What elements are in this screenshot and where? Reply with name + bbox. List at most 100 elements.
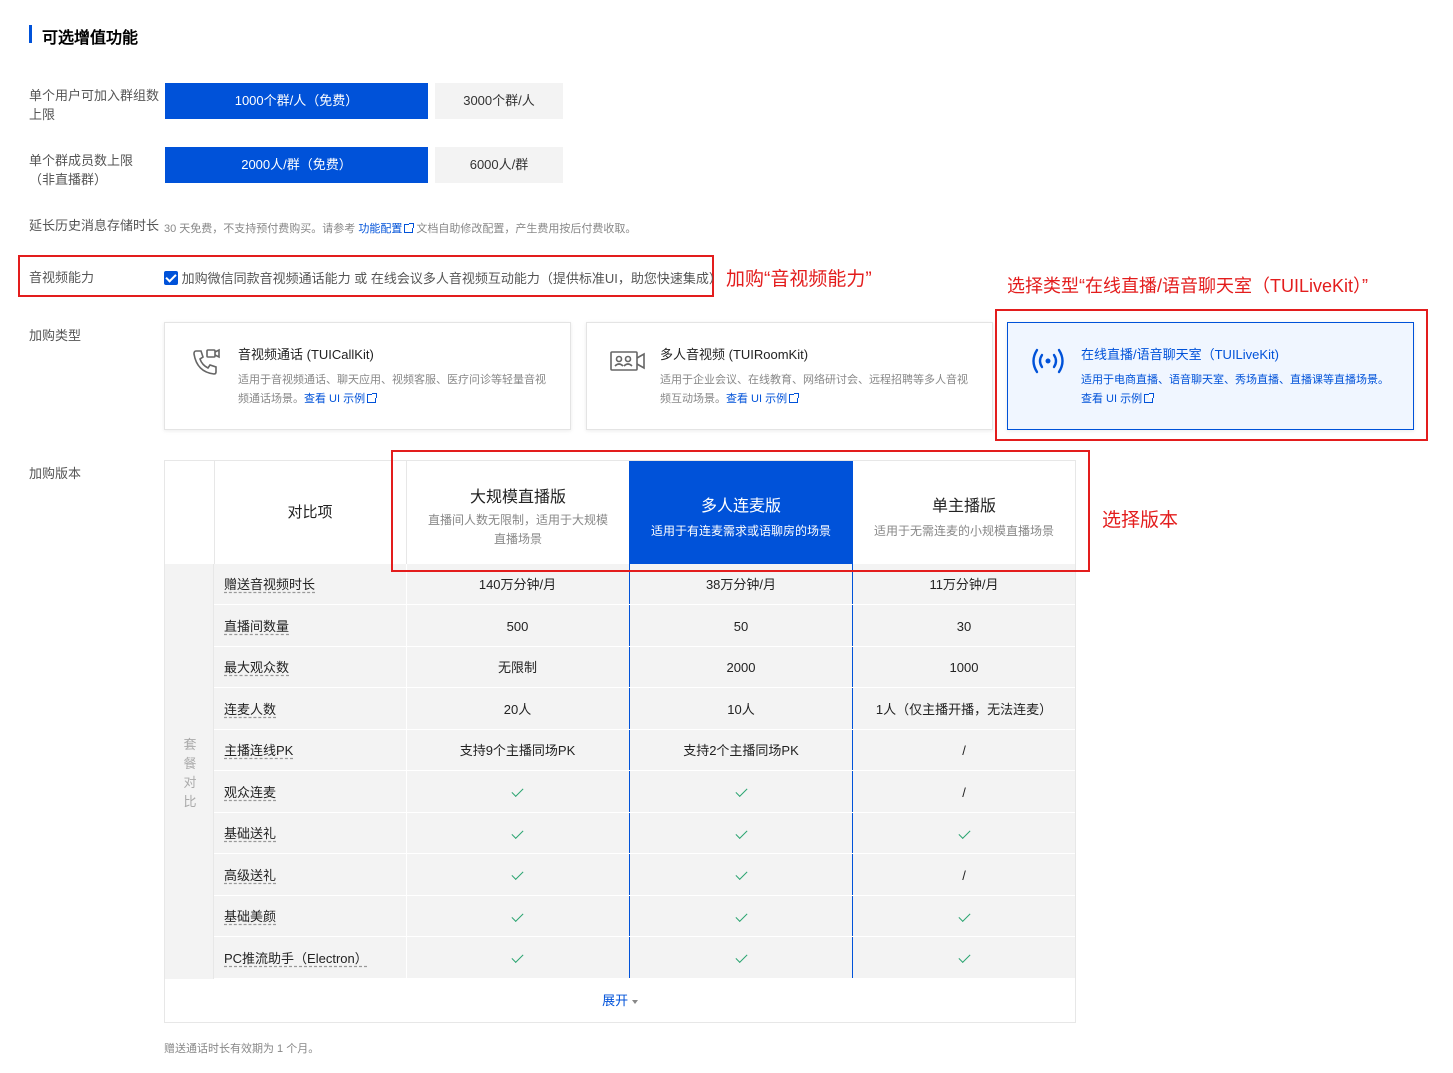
type-card-livekit[interactable]: 在线直播/语音聊天室（TUILiveKit) 适用于电商直播、语音聊天室、秀场直… xyxy=(1007,322,1414,430)
section-title: 可选增值功能 xyxy=(42,30,139,47)
row-label[interactable]: 连麦人数 xyxy=(214,689,276,730)
table-cell xyxy=(853,938,1075,979)
table-cell: 50 xyxy=(733,618,749,634)
table-cell: 30 xyxy=(956,618,972,634)
card-desc-line1: 适用于电商直播、语音聊天室、秀场直播、直播课等直播场景。 xyxy=(1081,374,1389,386)
table-cell: / xyxy=(962,784,966,800)
row-label[interactable]: 基础送礼 xyxy=(214,813,276,854)
table-cell xyxy=(629,896,853,937)
table-cell: 无限制 xyxy=(497,660,537,675)
group-limit-option-3000[interactable]: 3000个群/人 xyxy=(435,83,563,119)
side-label-char: 套 xyxy=(183,737,197,752)
side-label-char: 对 xyxy=(183,775,197,790)
side-label: 套 餐 对 比 xyxy=(181,735,199,811)
table-cell: 支持9个主播同场PK xyxy=(459,743,576,758)
side-label-char: 餐 xyxy=(183,756,197,771)
history-hint: 30 天免费，不支持预付费购买。请参考 功能配置 文档自助修改配置，产生费用按后… xyxy=(164,220,636,236)
check-icon xyxy=(957,909,971,922)
card-desc-line2: 频通话场景。查看 UI 示例 xyxy=(238,390,558,409)
check-icon xyxy=(511,785,524,798)
external-link-icon xyxy=(367,393,378,403)
member-limit-label-line2: （非直播群） xyxy=(29,172,108,187)
table-row: 基础美颜 xyxy=(214,896,1075,937)
card-desc-line2: 频互动场景。查看 UI 示例 xyxy=(660,390,980,409)
table-row: 观众连麦 / xyxy=(214,772,1075,813)
broadcast-icon xyxy=(1028,345,1068,380)
av-capability-label: 音视频能力 xyxy=(29,270,95,285)
type-card-roomkit[interactable]: 多人音视频 (TUIRoomKit) 适用于企业会议、在线教育、网络研讨会、远程… xyxy=(586,322,993,430)
table-row: 高级送礼 / xyxy=(214,855,1075,896)
table-row: 主播连线PK 支持9个主播同场PK 支持2个主播同场PK / xyxy=(214,730,1075,771)
check-icon xyxy=(734,951,748,964)
table-cell: / xyxy=(962,867,966,883)
table-cell xyxy=(853,896,1075,937)
side-label-char: 比 xyxy=(183,794,197,809)
external-link-icon xyxy=(1144,393,1155,403)
table-cell: / xyxy=(962,743,966,758)
check-icon xyxy=(957,951,971,964)
expand-label: 展开 xyxy=(602,993,629,1008)
purchase-type-label: 加购类型 xyxy=(29,328,82,343)
av-capability-text: 加购微信同款音视频通话能力 或 在线会议多人音视频互动能力（提供标准UI，助您快… xyxy=(181,271,722,286)
group-limit-option-1000[interactable]: 1000个群/人（免费） xyxy=(165,83,428,119)
card-desc-line2-text: 频互动场景。 xyxy=(660,393,726,405)
table-cell xyxy=(406,813,629,854)
table-row: 最大观众数 无限制 2000 1000 xyxy=(214,647,1075,688)
table-cell xyxy=(629,813,853,854)
card-description: 适用于电商直播、语音聊天室、秀场直播、直播课等直播场景。 查看 UI 示例 xyxy=(1081,371,1401,409)
purchase-type-annotation: 选择类型“在线直播/语音聊天室（TUILiveKit）” xyxy=(1007,276,1369,296)
card-description: 适用于企业会议、在线教育、网络研讨会、远程招聘等多人音视 频互动场景。查看 UI… xyxy=(660,371,980,409)
card-desc-line2: 查看 UI 示例 xyxy=(1081,390,1401,409)
caret-down-icon xyxy=(631,999,638,1004)
row-label[interactable]: 赠送音视频时长 xyxy=(214,564,315,605)
table-cell: 2000 xyxy=(726,660,756,675)
row-label[interactable]: 最大观众数 xyxy=(214,647,289,688)
table-cell: 10人 xyxy=(727,701,755,717)
member-limit-option-6000[interactable]: 6000人/群 xyxy=(435,147,563,183)
member-limit-label-line1: 单个群成员数上限 xyxy=(29,153,134,168)
table-cell xyxy=(406,772,629,813)
meeting-room-icon xyxy=(609,349,647,378)
compare-body: 赠送音视频时长 140万分钟/月 38万分钟/月 11万分钟/月 直播间数量 500 50 3… xyxy=(214,564,1075,979)
row-label[interactable]: 直播间数量 xyxy=(214,606,289,647)
card-desc-line2-text: 频通话场景。 xyxy=(238,393,304,405)
section-title-bar xyxy=(29,25,32,43)
card-desc-line1: 适用于音视频通话、聊天应用、视频客服、医疗问诊等轻量音视 xyxy=(238,374,546,386)
table-cell xyxy=(629,772,853,813)
card-title: 在线直播/语音聊天室（TUILiveKit) xyxy=(1081,347,1279,362)
card-description: 适用于音视频通话、聊天应用、视频客服、医疗问诊等轻量音视 频通话场景。查看 UI… xyxy=(238,371,558,409)
table-cell xyxy=(406,855,629,896)
member-limit-option-2000[interactable]: 2000人/群（免费） xyxy=(165,147,428,183)
row-label[interactable]: 基础美颜 xyxy=(214,896,276,937)
row-label[interactable]: 主播连线PK xyxy=(214,730,293,771)
row-label[interactable]: PC推流助手（Electron） xyxy=(214,938,368,979)
check-icon xyxy=(734,909,748,922)
history-label: 延长历史消息存储时长 xyxy=(29,218,160,233)
view-ui-example-link[interactable]: 查看 UI 示例 xyxy=(726,393,787,405)
table-row: 基础送礼 xyxy=(214,813,1075,854)
phone-video-icon xyxy=(191,347,221,380)
expand-button[interactable]: 展开 xyxy=(165,979,1075,1022)
check-icon xyxy=(957,826,971,839)
history-hint-text: 30 天免费，不支持预付费购买。请参考 xyxy=(164,223,356,235)
type-card-callkit[interactable]: 音视频通话 (TUICallKit) 适用于音视频通话、聊天应用、视频客服、医疗… xyxy=(164,322,571,430)
external-link-icon xyxy=(789,393,800,403)
card-title: 多人音视频 (TUIRoomKit) xyxy=(660,347,809,362)
history-hint-text-after: 文档自助修改配置，产生费用按后付费收取。 xyxy=(416,223,637,235)
card-title: 音视频通话 (TUICallKit) xyxy=(238,347,374,362)
checkbox-checked-icon[interactable] xyxy=(164,271,178,285)
row-label[interactable]: 高级送礼 xyxy=(214,855,276,896)
check-icon xyxy=(511,909,524,922)
check-icon xyxy=(734,785,748,798)
view-ui-example-link[interactable]: 查看 UI 示例 xyxy=(304,393,365,405)
view-ui-example-link[interactable]: 查看 UI 示例 xyxy=(1081,393,1142,405)
table-cell xyxy=(406,896,629,937)
card-desc-line1: 适用于企业会议、在线教育、网络研讨会、远程招聘等多人音视 xyxy=(660,374,968,386)
feature-config-link[interactable]: 功能配置 xyxy=(358,223,402,235)
check-icon xyxy=(511,826,524,839)
av-capability-option[interactable]: 加购微信同款音视频通话能力 或 在线会议多人音视频互动能力（提供标准UI，助您快… xyxy=(164,268,722,287)
row-label[interactable]: 观众连麦 xyxy=(214,772,276,813)
table-cell xyxy=(853,813,1075,854)
table-cell xyxy=(406,938,629,979)
version-highlight xyxy=(391,450,1090,572)
